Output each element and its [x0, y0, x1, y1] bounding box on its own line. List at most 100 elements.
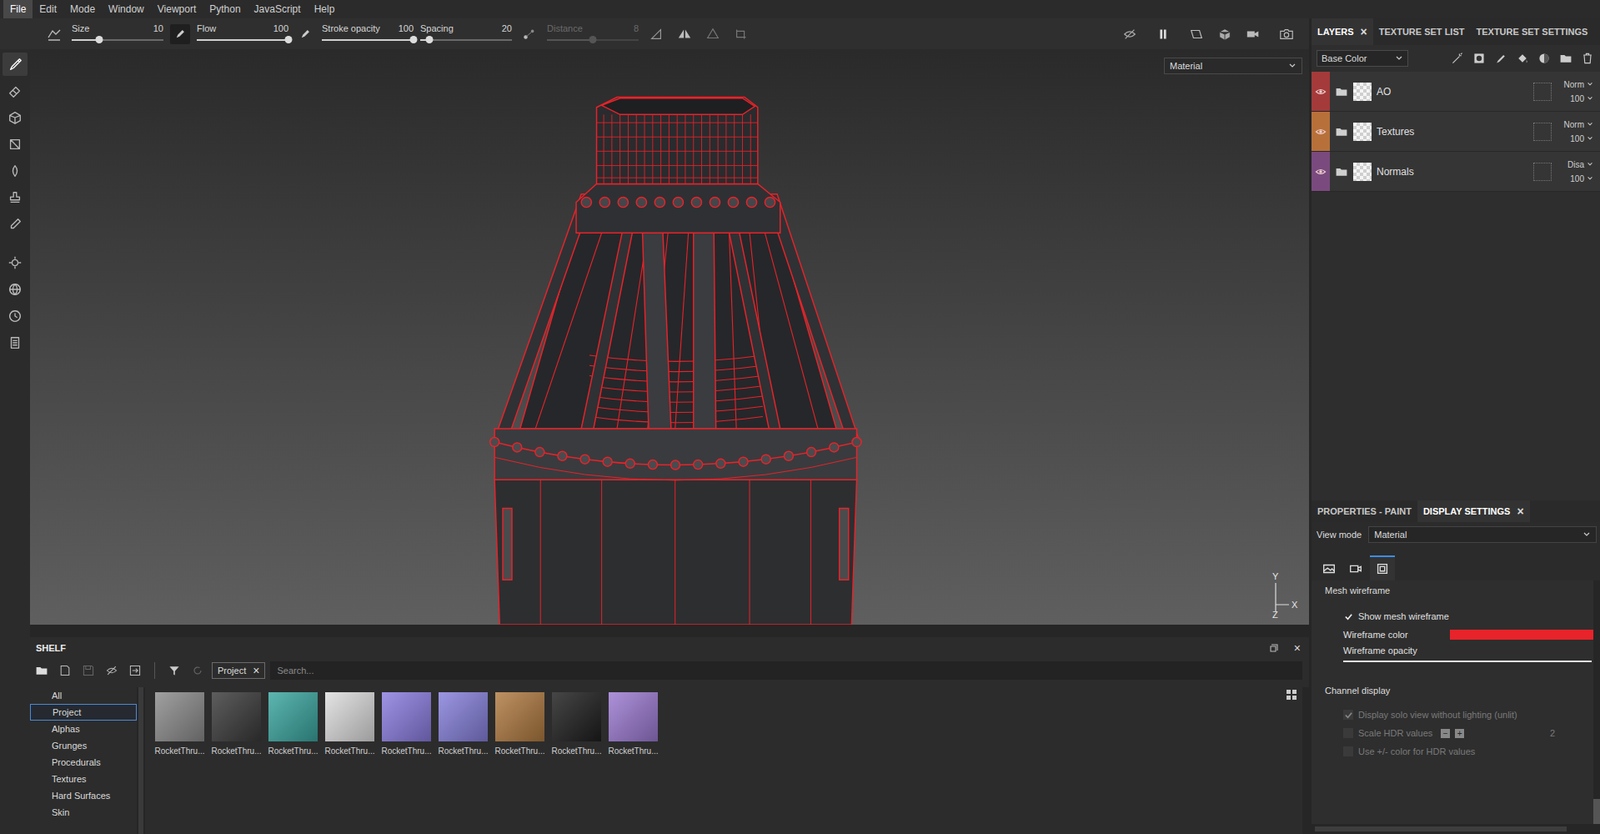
slider-handle[interactable] — [589, 35, 597, 44]
close-button[interactable]: × — [1294, 642, 1301, 654]
opacity-dropdown[interactable]: 100 — [1569, 134, 1594, 144]
category-item[interactable]: Project — [30, 703, 137, 721]
lazy-mouse-icon[interactable] — [518, 23, 541, 46]
scrollbar[interactable] — [136, 687, 146, 834]
visibility-toggle[interactable] — [1311, 111, 1330, 151]
new-item-icon[interactable] — [55, 661, 75, 680]
slider-handle[interactable] — [285, 35, 293, 44]
resource-item[interactable]: RocketThru... — [325, 692, 375, 756]
tool-button[interactable] — [2, 212, 28, 236]
visibility-toggle[interactable] — [1311, 151, 1330, 191]
panel-tab[interactable]: PROPERTIES - PAINT — [1311, 500, 1418, 522]
hide-icon[interactable] — [102, 661, 121, 680]
resource-item[interactable]: RocketThru... — [381, 692, 432, 756]
layer-row[interactable]: Textures Norm 100 — [1311, 111, 1600, 152]
checkbox[interactable] — [1343, 727, 1354, 738]
scrollbar[interactable] — [1311, 823, 1600, 834]
symmetry-options-icon[interactable] — [702, 23, 724, 46]
menu-item[interactable]: Edit — [32, 0, 64, 19]
pause-icon[interactable] — [1152, 23, 1174, 46]
hdr-scale-value[interactable]: 2 — [1549, 727, 1555, 738]
opacity-slider[interactable] — [1343, 660, 1592, 663]
blend-mode-dropdown[interactable]: Norm — [1564, 80, 1594, 90]
trash-icon[interactable] — [1578, 49, 1597, 68]
slider-track[interactable] — [546, 35, 639, 45]
folder-icon[interactable] — [32, 661, 51, 680]
category-item[interactable]: Procedurals — [30, 753, 137, 771]
paint-layer-icon[interactable] — [1491, 49, 1510, 68]
param-slider[interactable]: Flow 100 — [196, 23, 289, 45]
decrease-button[interactable]: − — [1440, 728, 1450, 738]
layer-row[interactable]: Normals Disa 100 — [1311, 151, 1600, 192]
slider-handle[interactable] — [95, 35, 104, 44]
opacity-dropdown[interactable]: 100 — [1569, 94, 1594, 104]
checkbox[interactable] — [1343, 746, 1354, 757]
screenshot-icon[interactable] — [1275, 23, 1298, 46]
param-value[interactable]: 100 — [398, 23, 414, 34]
grid-view-icon[interactable] — [1285, 688, 1298, 703]
color-picker[interactable] — [1449, 629, 1594, 640]
view-mode-dropdown[interactable]: Material — [1368, 526, 1597, 543]
increase-button[interactable]: + — [1454, 728, 1465, 738]
mask-icon[interactable] — [1469, 49, 1489, 68]
alignment-icon[interactable] — [645, 23, 668, 46]
restore-icon[interactable] — [1268, 642, 1279, 653]
tool-button[interactable] — [2, 159, 28, 183]
slider-track[interactable] — [321, 35, 414, 45]
import-icon[interactable] — [125, 661, 145, 680]
slider-handle[interactable] — [410, 35, 418, 44]
mask-slot[interactable] — [1533, 162, 1552, 181]
tool-button[interactable] — [2, 52, 28, 76]
transform-icon[interactable] — [730, 23, 753, 46]
rocket-model[interactable] — [30, 49, 1310, 625]
scrollbar[interactable] — [1593, 580, 1600, 824]
section-tab[interactable] — [1343, 555, 1369, 581]
close-tab-button[interactable]: × — [1360, 25, 1368, 38]
save-icon[interactable] — [79, 661, 98, 680]
effects-icon[interactable] — [1448, 49, 1467, 68]
section-tab[interactable] — [1316, 555, 1342, 581]
scrollbar[interactable] — [1302, 687, 1310, 834]
view-3d-icon[interactable] — [1213, 23, 1236, 46]
viewport-mode-dropdown[interactable]: Material — [1163, 57, 1303, 75]
resource-item[interactable]: RocketThru... — [155, 692, 205, 756]
section-tab[interactable] — [1369, 555, 1395, 581]
menu-item[interactable]: JavaScript — [247, 0, 308, 19]
param-value[interactable]: 10 — [153, 23, 164, 34]
layer-row[interactable]: AO Norm 100 — [1311, 71, 1600, 112]
category-item[interactable]: Skin — [30, 803, 137, 821]
blend-mode-dropdown[interactable]: Disa — [1567, 160, 1594, 170]
resource-item[interactable]: RocketThru... — [495, 692, 545, 756]
slider-track[interactable] — [196, 35, 289, 45]
panel-tab[interactable]: TEXTURE SET LIST — [1373, 18, 1471, 46]
refresh-icon[interactable] — [188, 661, 207, 680]
filter-icon[interactable] — [165, 661, 184, 680]
panel-tab[interactable]: LAYERS × — [1311, 18, 1374, 46]
hide-icon[interactable] — [1118, 23, 1141, 46]
camera-icon[interactable] — [1242, 23, 1264, 46]
visibility-toggle[interactable] — [1311, 71, 1330, 111]
mask-slot[interactable] — [1533, 122, 1552, 141]
tool-button[interactable] — [2, 132, 28, 156]
menu-item[interactable]: Viewport — [150, 0, 203, 19]
slider-handle[interactable] — [426, 35, 434, 44]
category-item[interactable]: Textures — [30, 770, 137, 788]
resource-item[interactable]: RocketThru... — [268, 692, 318, 756]
symmetry-icon[interactable] — [673, 23, 696, 46]
pen-pressure-toggle[interactable] — [170, 24, 191, 45]
param-value[interactable]: 100 — [273, 23, 289, 34]
checkbox-row[interactable]: Show mesh wireframe — [1324, 606, 1594, 626]
resource-item[interactable]: RocketThru... — [211, 692, 261, 756]
view-2d-icon[interactable] — [1185, 23, 1208, 46]
tool-button[interactable] — [2, 304, 28, 328]
param-value[interactable]: 20 — [501, 23, 512, 34]
category-item[interactable]: Grunges — [30, 737, 137, 754]
resource-item[interactable]: RocketThru... — [608, 692, 658, 756]
mask-slot[interactable] — [1533, 82, 1552, 101]
channel-dropdown[interactable]: Base Color — [1316, 50, 1409, 67]
close-tab-button[interactable]: × — [1516, 505, 1524, 517]
viewport-3d[interactable]: Material Y X Z — [30, 49, 1310, 625]
menu-item[interactable]: Mode — [63, 0, 102, 19]
filter-tag[interactable]: Project × — [211, 662, 266, 679]
param-slider[interactable]: Spacing 20 — [420, 23, 512, 45]
